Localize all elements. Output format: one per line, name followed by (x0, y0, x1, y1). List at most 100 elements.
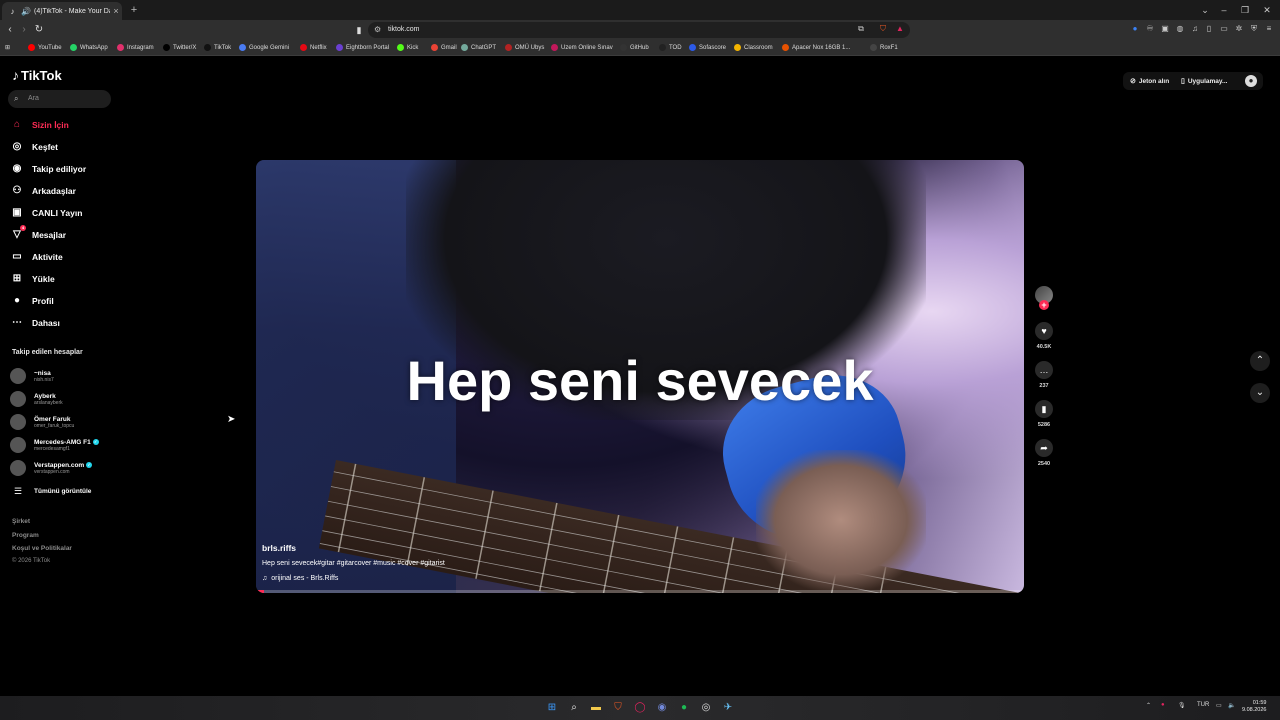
bookmark-item[interactable]: YouTube (28, 42, 62, 53)
bookmark-item[interactable]: Twitter/X (163, 42, 196, 53)
vpn-shield-icon[interactable]: ⛨ (1249, 24, 1259, 34)
extension-icon-1[interactable]: ● (1130, 24, 1140, 34)
address-bar[interactable]: ⚙ tiktok.com (368, 22, 910, 38)
footer-link-company[interactable]: Şirket (12, 518, 30, 525)
media-control-icon[interactable]: ♫ (1190, 24, 1200, 34)
bookmark-item[interactable]: Google Gemini (239, 42, 289, 53)
share-icon[interactable]: ➦ (1035, 439, 1053, 457)
next-video-button[interactable]: ⌄ (1250, 383, 1270, 403)
bookmark-item[interactable]: GitHub (620, 42, 649, 53)
sidebar-item[interactable]: ◉ Takip ediliyor (10, 161, 87, 177)
back-button[interactable]: ‹ (3, 23, 17, 37)
video-music[interactable]: ♫ orijinal ses - Brls.Riffs (262, 575, 338, 582)
extensions-puzzle-icon[interactable]: ✲ (1234, 24, 1244, 34)
extension-icon-3[interactable]: ▣ (1160, 24, 1170, 34)
bookmark-item[interactable]: TOD (659, 42, 682, 53)
user-avatar[interactable]: ● (1245, 75, 1257, 87)
tray-app-icon[interactable]: ● (1161, 702, 1165, 708)
bookmark-item[interactable]: Kick (397, 42, 418, 53)
following-account[interactable]: Mercedes-AMG F1 ✓ mercedesamgf1 (10, 435, 99, 455)
heart-icon[interactable]: ♥ (1035, 322, 1053, 340)
get-coins-button[interactable]: ⊘ Jeton alın (1130, 72, 1169, 90)
extension-icon-4[interactable]: ◍ (1175, 24, 1185, 34)
forward-button[interactable]: › (17, 23, 31, 37)
footer-link-program[interactable]: Program (12, 532, 39, 539)
save-action[interactable]: ▮ 5286 (1034, 400, 1054, 428)
spotify-icon[interactable]: ● (677, 701, 691, 715)
comment-icon[interactable]: … (1035, 361, 1053, 379)
search-input[interactable]: ⌕ Ara (8, 90, 111, 108)
bookmark-item[interactable]: Classroom (734, 42, 773, 53)
system-clock[interactable]: 01:59 9.08.2026 (1242, 700, 1266, 714)
bookmark-item[interactable]: Instagram (117, 42, 154, 53)
new-tab-button[interactable]: + (127, 3, 141, 17)
sidebar-icon[interactable]: ▯ (1204, 24, 1214, 34)
sidebar-item[interactable]: ⊞ Yükle (10, 271, 55, 287)
follow-plus-button[interactable]: + (1039, 300, 1049, 310)
bookmark-item[interactable]: Netflix (300, 42, 327, 53)
bookmark-item[interactable]: OMÜ Ubys (505, 42, 544, 53)
taskbar-search-icon[interactable]: ⌕ (567, 701, 581, 715)
following-account[interactable]: ~nisa nish.nis7 (10, 366, 54, 386)
bookmark-item[interactable]: Apacer Nox 16GB 1... (782, 42, 850, 53)
brave-browser-icon[interactable]: ⛉ (611, 701, 625, 715)
start-menu-icon[interactable]: ⊞ (545, 701, 559, 715)
menu-icon[interactable]: ≡ (1264, 24, 1274, 34)
network-icon[interactable]: ▭ (1216, 702, 1222, 709)
app-icon[interactable]: ◎ (699, 701, 713, 715)
video-author[interactable]: brls.riffs (262, 543, 296, 553)
like-action[interactable]: ♥ 40.5K (1034, 322, 1054, 350)
comment-action[interactable]: … 237 (1034, 361, 1054, 389)
following-account[interactable]: Verstappen.com ✓ verstappen.com (10, 458, 93, 478)
tiktok-logo[interactable]: ♪ TikTok (12, 67, 62, 83)
previous-video-button[interactable]: ⌃ (1250, 351, 1270, 371)
translate-icon[interactable]: ⧉ (856, 24, 866, 34)
share-action[interactable]: ➦ 2540 (1034, 439, 1054, 467)
sidebar-item[interactable]: ⋯ Dahası (10, 315, 60, 331)
close-window-button[interactable]: ✕ (1258, 3, 1276, 17)
bookmark-item[interactable]: Eightborn Portal (336, 42, 389, 53)
steam-icon[interactable]: ✈ (721, 701, 735, 715)
bookmark-item[interactable]: ChatGPT (461, 42, 496, 53)
sidebar-item[interactable]: ⌂ Sizin İçin (10, 117, 69, 133)
sidebar-item[interactable]: ▭ Aktivite (10, 249, 62, 265)
extension-icon-2[interactable]: ♾ (1145, 24, 1155, 34)
wallet-icon[interactable]: ▭ (1219, 24, 1229, 34)
opera-icon[interactable]: ◯ (633, 701, 647, 715)
video-description[interactable]: Hep seni sevecek#gitar #gitarcover #musi… (262, 560, 445, 567)
tray-overflow-icon[interactable]: ⌃ (1146, 702, 1151, 709)
sidebar-item[interactable]: ⚇ Arkadaşlar (10, 183, 76, 199)
tab-search-icon[interactable]: ⌄ (1196, 3, 1214, 17)
tab-close-icon[interactable]: × (110, 6, 122, 16)
brave-rewards-icon[interactable]: ▲ (895, 24, 905, 34)
language-indicator[interactable]: TUR (1197, 702, 1209, 708)
volume-icon[interactable]: 🔈 (1228, 702, 1235, 709)
bookmark-item[interactable]: TikTok (204, 42, 231, 53)
footer-link-terms[interactable]: Koşul ve Politikalar (12, 545, 72, 552)
bookmark-item[interactable]: RoxF1 (870, 42, 898, 53)
bookmark-item[interactable]: Gmail (431, 42, 457, 53)
video-player[interactable]: Hep seni sevecek brls.riffs Hep seni sev… (256, 160, 1024, 593)
audio-playing-icon[interactable]: 🔊 (21, 7, 31, 16)
get-app-button[interactable]: ▯ Uygulamay... (1181, 72, 1227, 90)
discord-icon[interactable]: ◉ (655, 701, 669, 715)
sidebar-item[interactable]: ▣ CANLI Yayın (10, 205, 82, 221)
video-progress-bar[interactable] (256, 590, 1024, 593)
sidebar-item[interactable]: ▽ 4 Mesajlar (10, 225, 66, 243)
bookmark-item[interactable]: WhatsApp (70, 42, 108, 53)
bookmark-icon[interactable]: ▮ (352, 23, 366, 37)
sidebar-item[interactable]: ● Profil (10, 293, 54, 309)
see-all-following-button[interactable]: ☰ Tümünü görüntüle (10, 481, 91, 501)
minimize-button[interactable]: – (1215, 3, 1233, 17)
apps-grid-icon[interactable]: ⊞ (5, 42, 10, 53)
following-account[interactable]: Ayberk arslanayberk (10, 389, 63, 409)
bookmark-item[interactable]: Uzem Online Sınav (551, 42, 613, 53)
reload-button[interactable]: ↻ (32, 23, 46, 37)
site-info-icon[interactable]: ⚙ (374, 22, 381, 38)
brave-shields-icon[interactable]: ⛉ (878, 24, 888, 34)
maximize-button[interactable]: ❐ (1236, 3, 1254, 17)
file-explorer-icon[interactable]: ▬ (589, 701, 603, 715)
microphone-icon[interactable]: 🎙 (1178, 702, 1186, 709)
browser-tab[interactable]: ♪ 🔊 (4)TikTok - Make Your Day × (2, 2, 122, 20)
bookmark-item[interactable]: Sofascore (689, 42, 726, 53)
